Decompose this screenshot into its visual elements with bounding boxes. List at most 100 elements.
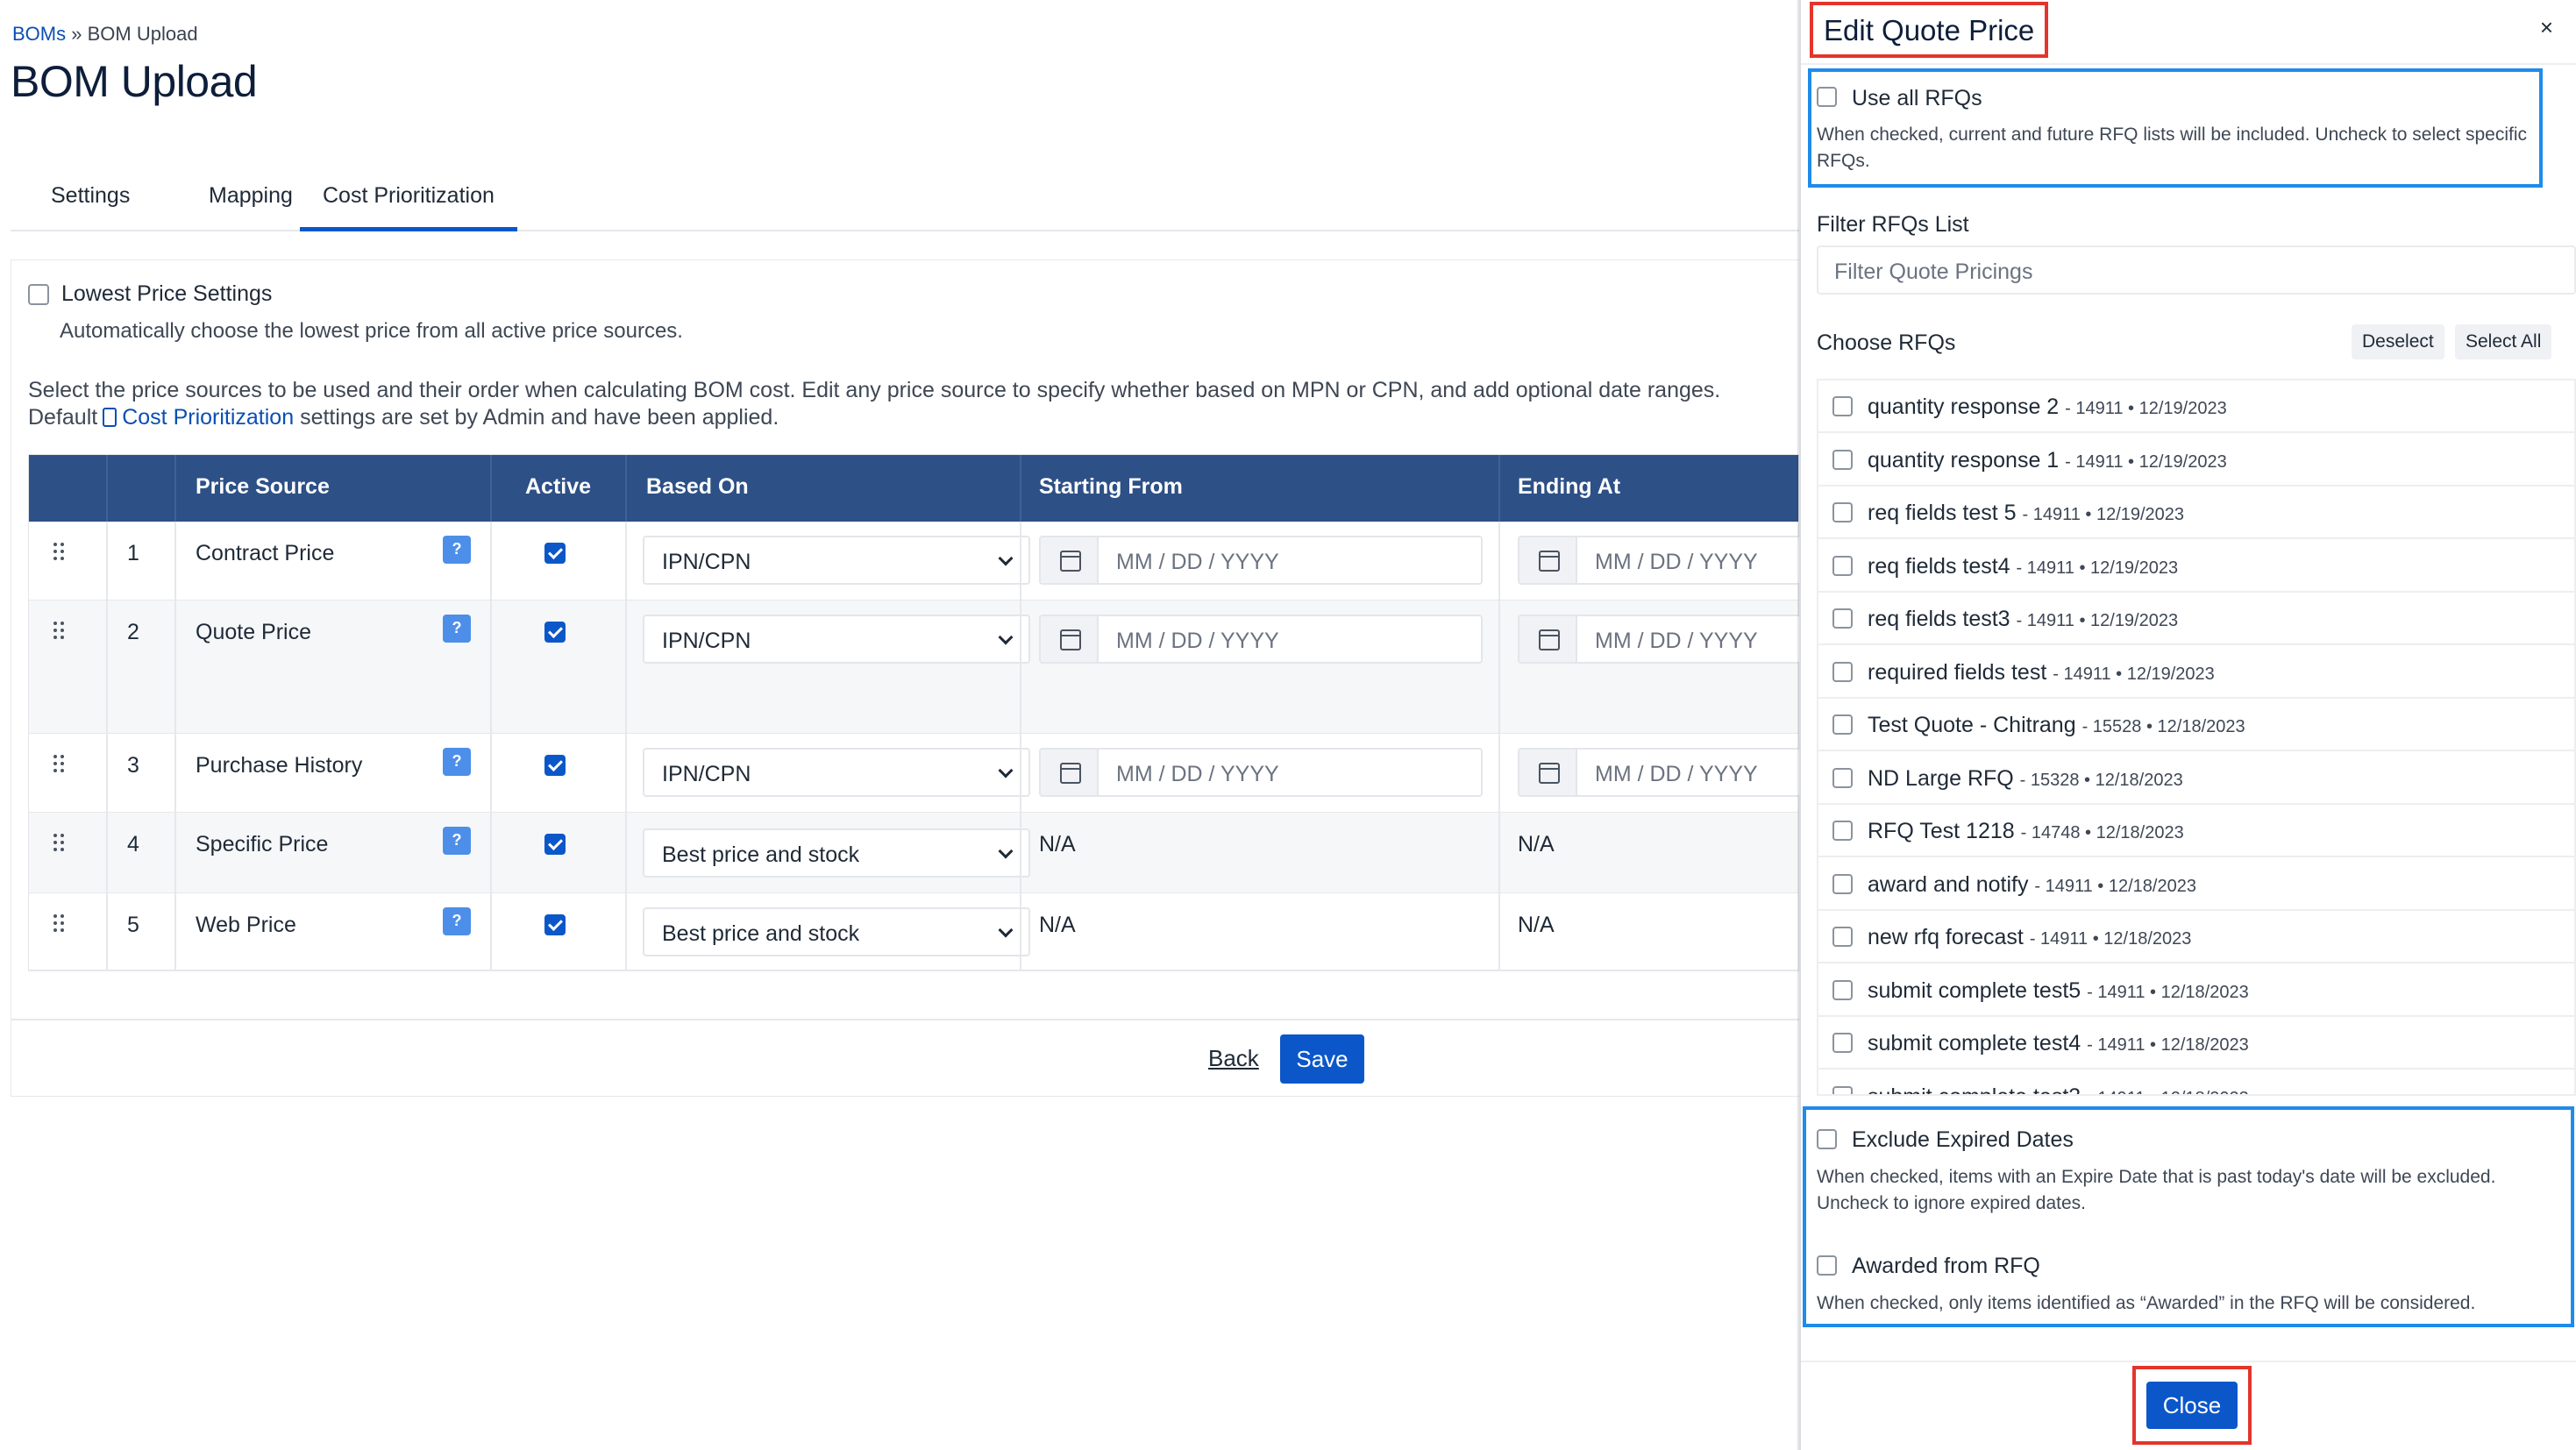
start-date-input[interactable]: MM / DD / YYYY (1039, 615, 1483, 664)
rfq-list-item[interactable]: quantity response 1 - 14911 • 12/19/2023 (1818, 434, 2574, 487)
drag-handle-icon[interactable] (53, 622, 64, 641)
rfq-checkbox[interactable] (1832, 608, 1853, 629)
based-on-select[interactable]: Best price and stock (643, 828, 1030, 878)
rfq-list-item[interactable]: req fields test4 - 14911 • 12/19/2023 (1818, 540, 2574, 593)
exclude-expired-description: When checked, items with an Expire Date … (1817, 1167, 2496, 1213)
rfq-checkbox[interactable] (1832, 821, 1853, 841)
active-checkbox[interactable] (544, 622, 566, 643)
start-date-input[interactable]: MM / DD / YYYY (1039, 748, 1483, 797)
rfq-list-item[interactable]: Test Quote - Chitrang - 15528 • 12/18/20… (1818, 699, 2574, 751)
help-icon[interactable]: ? (443, 907, 471, 935)
lowest-price-checkbox[interactable] (28, 284, 49, 305)
rfq-list-item[interactable]: req fields test3 - 14911 • 12/19/2023 (1818, 593, 2574, 645)
based-on-select[interactable]: IPN/CPN (643, 536, 1030, 585)
calendar-icon[interactable] (1041, 750, 1099, 795)
rfq-list-item[interactable]: submit complete test3 - 14911 • 12/18/20… (1818, 1070, 2574, 1094)
rfq-list: quantity response 2 - 14911 • 12/19/2023… (1817, 379, 2576, 1096)
instructions-prefix: Default (28, 405, 98, 430)
rfq-checkbox[interactable] (1832, 449, 1853, 470)
start-date-na: N/A (1039, 832, 1076, 856)
help-icon[interactable]: ? (443, 536, 471, 564)
help-icon[interactable]: ? (443, 827, 471, 855)
rfq-checkbox[interactable] (1832, 396, 1853, 416)
close-button[interactable]: Close (2146, 1382, 2238, 1429)
rfq-meta: - 14911 • 12/19/2023 (2016, 558, 2179, 578)
rfq-name: req fields test4 (1868, 553, 2010, 579)
back-link[interactable]: Back (1208, 1045, 1259, 1072)
rfq-list-item[interactable]: req fields test 5 - 14911 • 12/19/2023 (1818, 487, 2574, 539)
column-divider (490, 522, 492, 970)
rfq-list-item[interactable]: new rfq forecast - 14911 • 12/18/2023 (1818, 911, 2574, 963)
drag-handle-icon[interactable] (53, 914, 64, 934)
rfq-list-item[interactable]: submit complete test5 - 14911 • 12/18/20… (1818, 964, 2574, 1017)
instructions-suffix: settings are set by Admin and have been … (300, 405, 779, 430)
rfq-checkbox[interactable] (1832, 979, 1853, 1000)
breadcrumb-link-boms[interactable]: BOMs (12, 23, 66, 45)
rfq-checkbox[interactable] (1832, 502, 1853, 522)
based-on-select[interactable]: IPN/CPN (643, 615, 1030, 664)
select-all-button[interactable]: Select All (2455, 324, 2552, 359)
rfq-checkbox[interactable] (1832, 927, 1853, 947)
rfq-checkbox[interactable] (1832, 1033, 1853, 1053)
chevron-down-icon (998, 922, 1014, 938)
rfq-checkbox[interactable] (1832, 661, 1853, 682)
start-date-input[interactable]: MM / DD / YYYY (1039, 536, 1483, 585)
based-on-select[interactable]: IPN/CPN (643, 748, 1030, 797)
cost-prioritization-link[interactable]: Cost Prioritization (122, 405, 294, 430)
rfq-checkbox[interactable] (1832, 555, 1853, 576)
help-icon[interactable]: ? (443, 615, 471, 643)
active-checkbox[interactable] (544, 755, 566, 776)
based-on-select[interactable]: Best price and stock (643, 907, 1030, 956)
use-all-rfqs-label: Use all RFQs (1852, 86, 1982, 110)
table-header: Price Source Active Based On Starting Fr… (29, 455, 1798, 522)
active-checkbox[interactable] (544, 914, 566, 935)
filter-rfqs-input[interactable]: Filter Quote Pricings (1817, 245, 2576, 295)
use-all-rfqs-checkbox[interactable] (1817, 87, 1837, 107)
table-row: 1 Contract Price ? IPN/CPN MM / DD / YYY… (29, 522, 1961, 601)
column-divider (625, 455, 627, 522)
table-row: 2 Quote Price ? IPN/CPN MM / DD / YYYY M… (29, 601, 1961, 734)
rfq-list-item[interactable]: award and notify - 14911 • 12/18/2023 (1818, 858, 2574, 911)
drag-handle-icon[interactable] (53, 834, 64, 853)
rfq-list-item[interactable]: quantity response 2 - 14911 • 12/19/2023 (1818, 380, 2574, 433)
rfq-list-item[interactable]: RFQ Test 1218 - 14748 • 12/18/2023 (1818, 805, 2574, 857)
column-divider (174, 522, 176, 970)
rfq-name: new rfq forecast (1868, 925, 2024, 949)
tab-mapping[interactable]: Mapping (186, 182, 316, 231)
rfq-list-item[interactable]: required fields test - 14911 • 12/19/202… (1818, 646, 2574, 699)
help-icon[interactable]: ? (443, 748, 471, 776)
rfq-name: req fields test 5 (1868, 501, 2017, 525)
rfq-checkbox[interactable] (1832, 1085, 1853, 1094)
price-source-name: Purchase History (196, 753, 363, 778)
chevron-down-icon (998, 843, 1014, 859)
column-divider (1498, 522, 1500, 970)
lowest-price-label: Lowest Price Settings (61, 281, 273, 306)
tab-settings[interactable]: Settings (28, 182, 153, 231)
rfq-meta: - 14911 • 12/19/2023 (2016, 611, 2179, 630)
drag-handle-icon[interactable] (53, 543, 64, 562)
tab-cost-prioritization[interactable]: Cost Prioritization (300, 182, 517, 231)
deselect-button[interactable]: Deselect (2352, 324, 2444, 359)
calendar-icon[interactable] (1519, 537, 1577, 583)
calendar-icon[interactable] (1041, 616, 1099, 662)
start-date-na: N/A (1039, 913, 1076, 937)
rfq-list-item[interactable]: ND Large RFQ - 15328 • 12/18/2023 (1818, 752, 2574, 805)
awarded-from-rfq-checkbox[interactable] (1817, 1255, 1837, 1276)
rfq-checkbox[interactable] (1832, 714, 1853, 735)
active-checkbox[interactable] (544, 543, 566, 564)
price-source-name: Quote Price (196, 620, 312, 644)
calendar-icon[interactable] (1519, 750, 1577, 795)
close-icon[interactable]: × (2540, 14, 2553, 41)
rfq-name: award and notify (1868, 871, 2029, 897)
rfq-meta: - 15328 • 12/18/2023 (2019, 770, 2183, 790)
drag-handle-icon[interactable] (53, 755, 64, 774)
exclude-expired-label: Exclude Expired Dates (1852, 1127, 2074, 1152)
exclude-expired-checkbox[interactable] (1817, 1129, 1837, 1149)
rfq-checkbox[interactable] (1832, 873, 1853, 894)
calendar-icon[interactable] (1041, 537, 1099, 583)
calendar-icon[interactable] (1519, 616, 1577, 662)
rfq-list-item[interactable]: submit complete test4 - 14911 • 12/18/20… (1818, 1017, 2574, 1070)
active-checkbox[interactable] (544, 834, 566, 855)
save-button[interactable]: Save (1280, 1034, 1364, 1084)
rfq-checkbox[interactable] (1832, 767, 1853, 788)
